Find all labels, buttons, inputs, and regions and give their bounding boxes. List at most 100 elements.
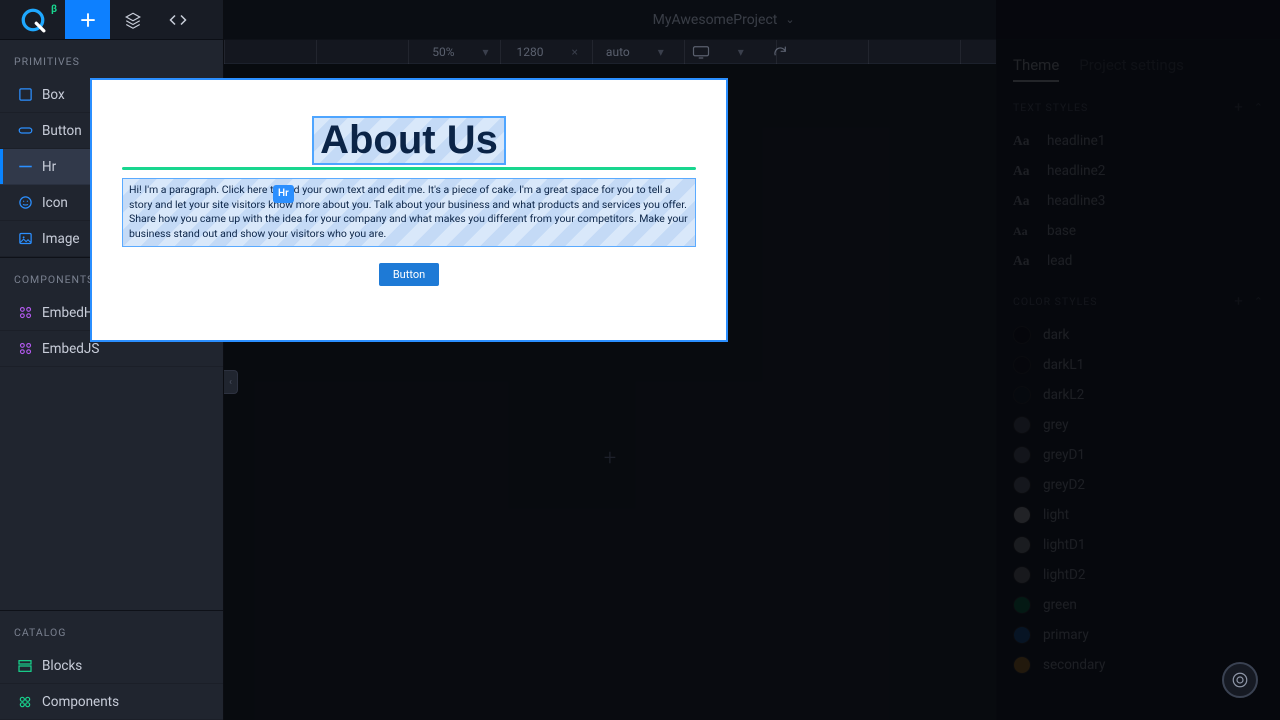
project-switcher[interactable]: MyAwesomeProject ⌄ (653, 12, 795, 28)
color-style-label: grey (1043, 417, 1069, 433)
right-panel-tabs: Theme Project settings (1013, 56, 1264, 82)
top-bar: MyAwesomeProject ⌄ Publish A (224, 0, 1280, 40)
chevron-up-icon[interactable]: ⌃ (1254, 101, 1264, 114)
color-style-label: dark (1043, 327, 1069, 343)
color-swatch (1013, 506, 1031, 524)
color-style-label: darkL2 (1043, 387, 1084, 403)
dimension-separator: × (572, 45, 578, 59)
canvas-frame[interactable]: About Us Hr Hi! I'm a paragraph. Click h… (90, 78, 728, 342)
text-styles-label: TEXT STYLES (1013, 101, 1088, 114)
color-style-greyD2[interactable]: greyD2 (1013, 470, 1264, 500)
color-style-label: green (1043, 597, 1077, 613)
viewport-toolbar: 50%▾ 1280 × auto▾ ▾ (224, 40, 996, 64)
text-style-icon: Aa (1013, 224, 1035, 239)
text-style-label: headline2 (1047, 163, 1105, 179)
color-style-label: lightD1 (1043, 537, 1085, 553)
refresh-icon[interactable] (772, 44, 788, 60)
beta-badge: β (51, 4, 57, 15)
tab-code-button[interactable] (155, 0, 200, 39)
help-button[interactable] (1222, 662, 1258, 698)
primitive-label: Box (42, 87, 65, 103)
add-color-style-button[interactable]: + (1234, 292, 1244, 310)
color-swatch (1013, 656, 1031, 674)
color-swatch (1013, 356, 1031, 374)
primitive-label: Image (42, 231, 80, 247)
color-style-darkL2[interactable]: darkL2 (1013, 380, 1264, 410)
color-swatch (1013, 626, 1031, 644)
color-style-primary[interactable]: primary (1013, 620, 1264, 650)
color-style-darkL1[interactable]: darkL1 (1013, 350, 1264, 380)
color-style-green[interactable]: green (1013, 590, 1264, 620)
catalog-blocks[interactable]: Blocks (0, 648, 223, 684)
drag-ghost-badge: Hr (273, 185, 294, 203)
primitive-label: Button (42, 123, 82, 139)
tab-theme[interactable]: Theme (1013, 56, 1059, 82)
primitive-label: Hr (42, 159, 56, 175)
chevron-down-icon: ▾ (658, 45, 664, 59)
text-style-base[interactable]: Aabase (1013, 216, 1264, 246)
blocks-icon (14, 658, 36, 674)
canvas-paragraph[interactable]: Hr Hi! I'm a paragraph. Click here to ad… (122, 178, 696, 247)
viewport-width[interactable]: 1280 (517, 45, 544, 59)
canvas-button[interactable]: Button (379, 263, 439, 286)
embed-icon (14, 305, 36, 320)
text-style-icon: Aa (1013, 193, 1035, 209)
device-icon[interactable] (692, 45, 710, 59)
color-styles-label: COLOR STYLES (1013, 295, 1097, 308)
tab-layers-button[interactable] (110, 0, 155, 39)
text-style-label: headline3 (1047, 193, 1105, 209)
color-swatch (1013, 326, 1031, 344)
text-style-lead[interactable]: Aalead (1013, 246, 1264, 276)
right-panel: Theme Project settings TEXT STYLES + ⌃ A… (996, 40, 1280, 720)
color-style-lightD1[interactable]: lightD1 (1013, 530, 1264, 560)
text-styles-list: Aaheadline1Aaheadline2Aaheadline3AabaseA… (1013, 126, 1264, 276)
primitives-section-title: PRIMITIVES (0, 40, 223, 77)
image-icon (14, 231, 36, 246)
project-name: MyAwesomeProject (653, 12, 778, 28)
color-swatch (1013, 446, 1031, 464)
color-style-label: secondary (1043, 657, 1105, 673)
drop-indicator (122, 167, 696, 170)
icon-icon (14, 195, 36, 210)
tab-add-button[interactable] (65, 0, 110, 39)
color-style-greyD1[interactable]: greyD1 (1013, 440, 1264, 470)
catalog-section-title: CATALOG (0, 611, 223, 648)
color-style-dark[interactable]: dark (1013, 320, 1264, 350)
zoom-value[interactable]: 50% (432, 45, 454, 59)
collapse-left-panel-button[interactable]: ‹ (224, 370, 238, 394)
viewport-height[interactable]: auto (606, 45, 630, 59)
layers-icon (124, 11, 142, 29)
text-style-headline3[interactable]: Aa headline3 (1013, 186, 1264, 216)
color-swatch (1013, 536, 1031, 554)
color-styles-list: dark darkL1 darkL2 grey greyD1 greyD2 light lig… (1013, 320, 1264, 680)
help-icon (1231, 671, 1249, 689)
logo-button[interactable]: β (0, 0, 65, 39)
color-swatch (1013, 596, 1031, 614)
color-style-grey[interactable]: grey (1013, 410, 1264, 440)
text-style-icon: Aa (1013, 163, 1035, 179)
canvas-heading-text: About Us (320, 118, 498, 163)
color-style-label: darkL1 (1043, 357, 1084, 373)
color-style-label: light (1043, 507, 1069, 523)
code-icon (169, 11, 187, 29)
plus-icon (79, 11, 97, 29)
color-style-lightD2[interactable]: lightD2 (1013, 560, 1264, 590)
text-style-headline2[interactable]: Aa headline2 (1013, 156, 1264, 186)
catalog-components[interactable]: Components (0, 684, 223, 720)
color-style-label: greyD1 (1043, 447, 1085, 463)
logo-icon (20, 7, 46, 33)
color-styles-section-title: COLOR STYLES + ⌃ (1013, 292, 1264, 310)
color-style-light[interactable]: light (1013, 500, 1264, 530)
color-swatch (1013, 416, 1031, 434)
tab-project-settings[interactable]: Project settings (1079, 56, 1184, 82)
components-icon (14, 694, 36, 710)
canvas-heading[interactable]: About Us (312, 116, 506, 165)
text-styles-section-title: TEXT STYLES + ⌃ (1013, 98, 1264, 116)
color-swatch (1013, 476, 1031, 494)
add-text-style-button[interactable]: + (1234, 98, 1244, 116)
left-top-tabs: β (0, 0, 223, 40)
add-section-after-button[interactable]: + (604, 446, 616, 471)
text-style-label: lead (1047, 253, 1072, 269)
text-style-headline1[interactable]: Aaheadline1 (1013, 126, 1264, 156)
chevron-up-icon[interactable]: ⌃ (1254, 295, 1264, 308)
